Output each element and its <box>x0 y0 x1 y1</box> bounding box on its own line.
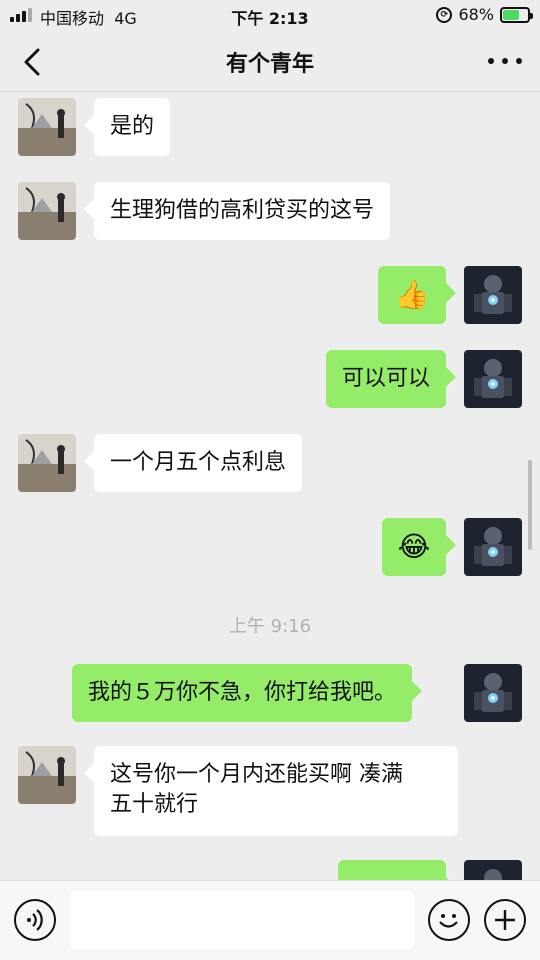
more-dots-icon <box>488 58 494 64</box>
my-avatar[interactable] <box>464 518 522 576</box>
message-bubble-incoming[interactable]: 这号你一个月内还能买啊 凑满 五十就行 <box>94 746 458 836</box>
more-functions-button[interactable] <box>484 899 526 941</box>
thumbs-up-emoji: 👍 <box>394 278 430 311</box>
my-avatar[interactable] <box>464 350 522 408</box>
emoji-icon <box>439 914 458 928</box>
battery-percent: 68% <box>458 5 494 24</box>
message-text: 可以可以 <box>341 366 430 391</box>
my-avatar[interactable] <box>464 860 522 880</box>
emoji-button[interactable] <box>428 899 470 941</box>
voice-button[interactable] <box>14 899 56 941</box>
chat-title: 有个青年 <box>225 52 314 77</box>
plus-icon <box>495 910 515 930</box>
message-text: 是的 <box>110 114 155 139</box>
battery-icon <box>500 6 533 23</box>
my-avatar[interactable] <box>464 266 522 324</box>
rotation-lock-icon: ⟳ <box>436 6 453 23</box>
nav-bar: 有个青年 <box>0 30 540 92</box>
message-text-line-1: 这号你一个月内还能买啊 凑满 <box>110 762 403 787</box>
chat-scrollbar[interactable] <box>528 460 532 550</box>
message-text: 一个月五个点利息 <box>110 450 287 475</box>
chat-area[interactable]: 是的 生理狗借的高利贷买的这号 👍 可以可以 一个月五个点利息 😂 上午 9:1… <box>0 92 540 880</box>
input-bar <box>0 880 540 960</box>
message-text-line-2: 五十就行 <box>110 792 199 817</box>
message-text: 我的５万你不急，你打给我吧。 <box>88 680 397 705</box>
contact-avatar[interactable] <box>18 746 76 804</box>
status-bar: 中国移动 4G 下午 2:13 ⟳ 68% <box>0 0 540 30</box>
message-bubble-outgoing[interactable]: 😂 <box>382 518 446 576</box>
contact-avatar[interactable] <box>18 434 76 492</box>
contact-avatar[interactable] <box>18 98 76 156</box>
voice-icon <box>27 909 43 931</box>
message-text: 生理狗借的高利贷买的这号 <box>110 198 375 223</box>
more-button[interactable] <box>488 50 522 72</box>
message-bubble-incoming[interactable]: 一个月五个点利息 <box>94 434 303 492</box>
message-bubble-outgoing[interactable]: 👍 <box>378 266 446 324</box>
contact-avatar[interactable] <box>18 182 76 240</box>
message-bubble-outgoing-partial[interactable] <box>338 860 446 880</box>
message-bubble-outgoing[interactable]: 我的５万你不急，你打给我吧。 <box>72 664 413 722</box>
message-input[interactable] <box>70 891 414 949</box>
my-avatar[interactable] <box>464 664 522 722</box>
message-bubble-incoming[interactable]: 生理狗借的高利贷买的这号 <box>94 182 391 240</box>
message-timestamp: 上午 9:16 <box>228 616 312 637</box>
message-bubble-incoming[interactable]: 是的 <box>94 98 171 156</box>
message-bubble-outgoing[interactable]: 可以可以 <box>325 350 446 408</box>
laughing-emoji: 😂 <box>397 530 431 563</box>
